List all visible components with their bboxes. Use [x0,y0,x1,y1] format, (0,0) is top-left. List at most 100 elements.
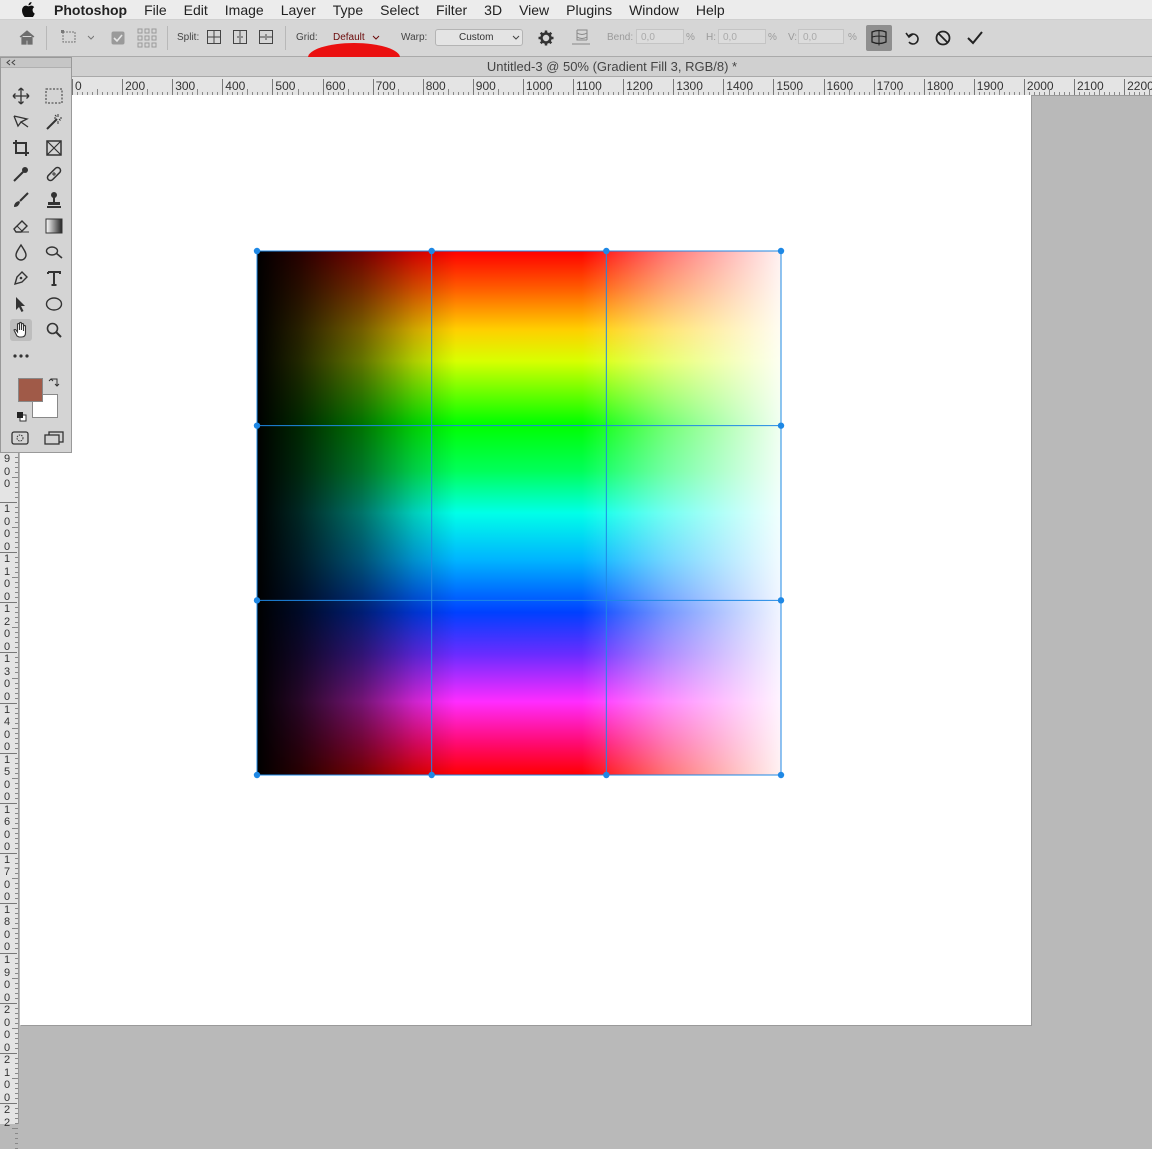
menu-help[interactable]: Help [696,2,725,18]
warp-handle[interactable] [777,247,785,255]
menu-edit[interactable]: Edit [184,2,208,18]
ruler-label: 1600 [3,803,11,854]
gradient-icon[interactable] [43,215,65,237]
warp-handle[interactable] [253,771,261,779]
ruler-tick [1038,92,1040,95]
ruler-tick [15,732,18,734]
menu-filter[interactable]: Filter [436,2,467,18]
warp-handle[interactable] [253,597,261,604]
zoom-icon[interactable] [43,319,65,341]
warp-grid[interactable] [250,244,790,784]
ruler-label: 1500 [3,753,11,804]
gear-icon[interactable] [538,30,554,49]
screen-mode-icon[interactable] [43,427,65,449]
menu-select[interactable]: Select [380,2,419,18]
ruler-tick [15,517,18,519]
ruler-tick [15,973,18,974]
clone-stamp-icon[interactable] [43,189,65,211]
path-selection-icon[interactable] [10,293,32,315]
menu-image[interactable]: Image [225,2,264,18]
ruler-tick [15,1108,18,1110]
menu-view[interactable]: View [519,2,549,18]
crop-icon[interactable] [10,137,32,159]
type-icon[interactable] [43,267,65,289]
menu-3d[interactable]: 3D [484,2,502,18]
split-label: Split: [177,32,200,43]
default-colors-icon[interactable] [16,409,27,427]
warp-handle[interactable] [428,771,435,779]
home-icon[interactable] [18,29,36,48]
quick-mask-icon[interactable] [9,427,31,449]
warp-handle[interactable] [253,422,261,429]
magic-wand-icon[interactable] [43,111,65,133]
swap-colors-icon[interactable] [48,376,60,394]
apple-icon[interactable] [22,2,38,17]
reference-grid-icon[interactable] [137,28,157,51]
lasso-icon[interactable] [10,111,32,133]
cancel-icon[interactable] [935,30,951,49]
rectangular-marquee-icon[interactable] [43,85,65,107]
menu-type[interactable]: Type [333,2,363,18]
ruler-tick [15,1083,18,1085]
ruler-tick [15,512,18,514]
ruler-tick [15,742,18,744]
split-crosswise-icon[interactable] [207,30,221,47]
menu-layer[interactable]: Layer [281,2,316,18]
vertical-ruler[interactable]: 900 1000 1100 1200 1300 1400 1500 1600 1700 1800 1… [0,452,19,1149]
undo-icon[interactable] [905,30,921,49]
warp-handle[interactable] [777,422,785,429]
eyedropper-icon[interactable] [10,163,32,185]
foreground-color-swatch[interactable] [18,378,43,402]
ruler-tick [15,948,18,949]
healing-brush-icon[interactable] [43,163,65,185]
bend-input[interactable]: 0,0 [636,29,684,44]
warp-mode-toggle[interactable] [866,25,892,51]
ruler-tick [15,657,18,659]
warp-handle[interactable] [428,247,435,255]
brush-icon[interactable] [10,189,32,211]
blur-icon[interactable] [10,241,32,263]
ruler-tick [0,802,17,804]
warp-handle[interactable] [253,247,261,255]
warp-handle[interactable] [777,771,785,779]
pen-icon[interactable] [10,267,32,289]
warp-handle[interactable] [603,771,610,779]
ruler-tick [1043,92,1045,95]
frame-icon[interactable] [43,137,65,159]
split-horizontal-icon[interactable] [259,30,273,47]
eraser-icon[interactable] [10,215,32,237]
warp-handle[interactable] [603,247,610,255]
ruler-tick [15,807,18,809]
ruler-tick [15,993,18,995]
checkbox-icon[interactable] [111,31,125,48]
commit-check-icon[interactable] [966,30,984,49]
menu-window[interactable]: Window [629,2,679,18]
ruler-tick [15,812,18,814]
transform-tool-icon[interactable] [60,30,95,47]
ruler-tick [15,697,18,699]
menu-file[interactable]: File [144,2,167,18]
ruler-tick [15,1008,18,1010]
tools-panel-header[interactable] [1,58,71,68]
warp-orientation-icon[interactable] [571,28,591,49]
dodge-icon[interactable] [43,241,65,263]
document-tab[interactable]: Untitled-3 @ 50% (Gradient Fill 3, RGB/8… [72,57,1152,77]
h-distortion-input[interactable]: 0,0 [718,29,766,44]
grid-dropdown[interactable]: Default [333,32,365,43]
tools-panel [0,57,72,453]
ruler-tick [12,727,18,729]
hand-icon[interactable] [10,319,32,341]
v-distortion-input[interactable]: 0,0 [798,29,844,44]
v-percent: % [848,32,857,43]
more-tools-icon[interactable] [10,345,32,367]
app-name-menu[interactable]: Photoshop [54,2,127,18]
menu-plugins[interactable]: Plugins [566,2,612,18]
ruler-tick [15,882,18,884]
move-tool-icon[interactable] [10,85,32,107]
ruler-tick [1109,92,1111,95]
warp-handle[interactable] [777,597,785,604]
horizontal-ruler[interactable]: 0 200 300 400 500 600 700 800 900 1000 1100 1200 130… [72,77,1152,96]
ruler-tick [15,817,18,819]
ellipse-icon[interactable] [43,293,65,315]
split-vertical-icon[interactable] [233,30,247,47]
